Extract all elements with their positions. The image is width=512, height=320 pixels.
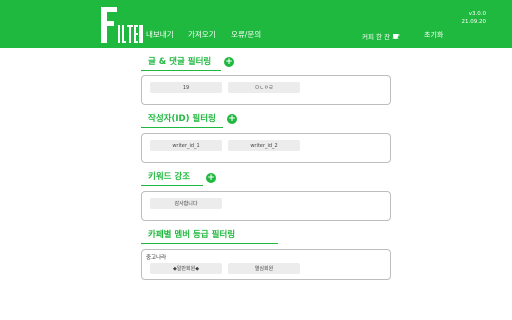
tag-text: writer_id_2 <box>250 142 278 149</box>
tag-text: ㅁㄴㅇㄹ <box>254 85 274 91</box>
section-title-cafe-member: 카페별 멤버 등급 필터링 <box>141 228 278 244</box>
writer-filter-box[interactable]: writer_id_1 writer_id_2 <box>141 133 391 163</box>
version-text: v3.0.0 <box>468 11 486 17</box>
member-grade-tag[interactable]: 열심회원 <box>228 263 300 274</box>
section-title-keyword: 키워드 강조 <box>141 170 203 186</box>
coffee-label: 커피 한 잔 <box>362 33 391 41</box>
header-bar: 내보내기 가져오기 오류/문의 v3.0.0 21.09.20 커피 한 잔 초… <box>0 0 512 48</box>
tag-text: 19 <box>182 84 190 91</box>
coffee-button[interactable]: 커피 한 잔 <box>362 31 400 41</box>
tag-text: writer_id_1 <box>172 142 200 149</box>
keyword-box[interactable]: 감사합니다 <box>141 191 391 221</box>
filter-tag[interactable]: ㅁㄴㅇㄹ <box>228 82 300 93</box>
add-keyword-button[interactable]: + <box>206 173 216 183</box>
filter-tag[interactable]: writer_id_1 <box>150 140 222 151</box>
nav-import[interactable]: 가져오기 <box>188 29 216 40</box>
filter-tag[interactable]: writer_id_2 <box>228 140 300 151</box>
cafe-member-box[interactable]: 중고나라 ◆일반회원◆ 열심회원 <box>141 249 391 280</box>
cafe-name: 중고나라 <box>146 255 167 261</box>
section-title-text: 카페별 멤버 등급 필터링 <box>148 230 236 240</box>
coffee-icon <box>392 34 400 39</box>
filter-tag[interactable]: 19 <box>150 82 222 93</box>
keyword-tag[interactable]: 감사합니다 <box>150 198 222 209</box>
section-title-post-comment: 글 & 댓글 필터링 <box>141 55 221 71</box>
nav-export[interactable]: 내보내기 <box>146 29 174 40</box>
section-title-text: 작성자(ID) 필터링 <box>148 114 216 124</box>
version-info: v3.0.0 21.09.20 <box>462 10 487 26</box>
section-title-text: 키워드 강조 <box>148 172 191 182</box>
section-title-text: 글 & 댓글 필터링 <box>148 57 212 67</box>
reset-button[interactable]: 초기화 <box>424 30 443 40</box>
tag-text: ◆일반회원◆ <box>172 266 200 272</box>
post-filter-box[interactable]: 19 ㅁㄴㅇㄹ <box>141 75 391 105</box>
tag-text: 감사합니다 <box>174 201 198 207</box>
nav-report[interactable]: 오류/문의 <box>231 29 261 40</box>
section-title-writer-id: 작성자(ID) 필터링 <box>141 112 223 128</box>
version-date: 21.09.20 <box>461 19 487 25</box>
filter-logo <box>101 7 143 43</box>
add-post-filter-button[interactable]: + <box>224 57 234 67</box>
add-writer-filter-button[interactable]: + <box>227 114 237 124</box>
member-grade-tag[interactable]: ◆일반회원◆ <box>150 263 222 274</box>
tag-text: 열심회원 <box>254 266 274 272</box>
